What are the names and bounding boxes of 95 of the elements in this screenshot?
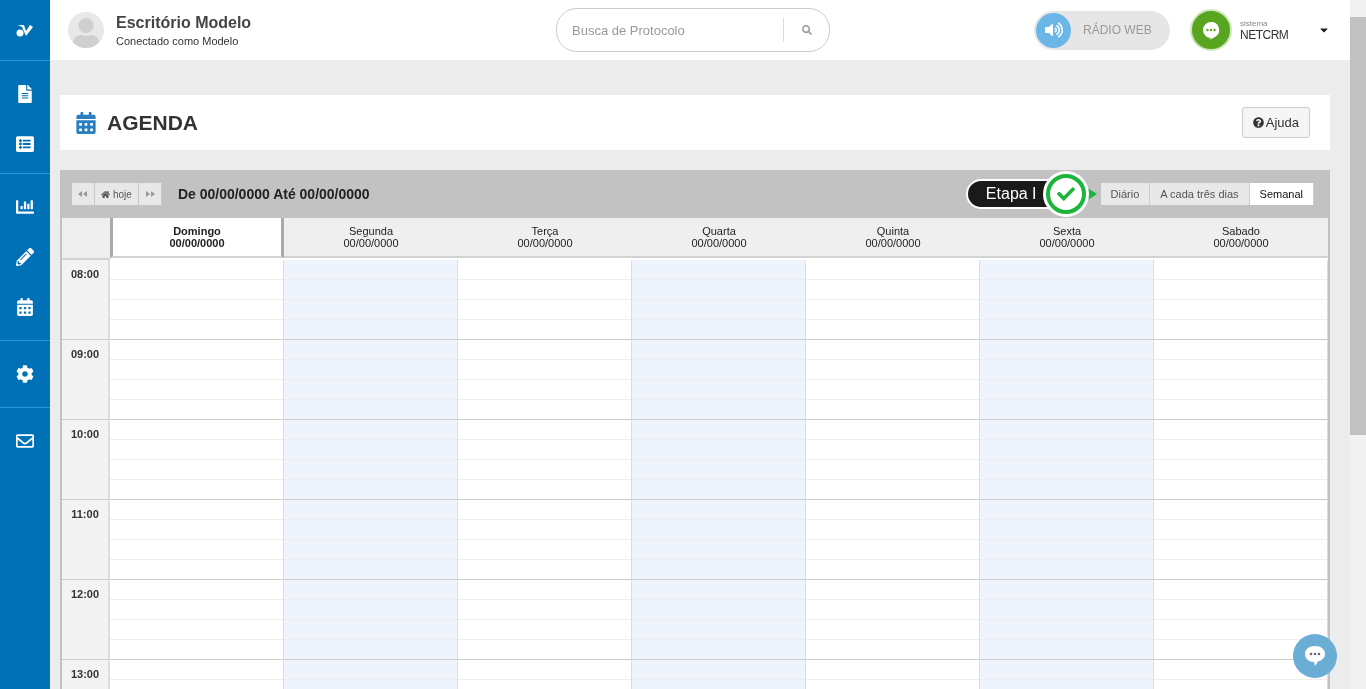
double-right-icon: [144, 191, 155, 197]
connected-as: Conectado como Modelo: [116, 34, 240, 47]
next-button[interactable]: [138, 183, 162, 205]
day-date: 00/00/0000: [343, 237, 399, 249]
day-header[interactable]: Domingo 00/00/0000: [110, 218, 284, 258]
day-date: 00/00/0000: [865, 237, 921, 249]
search-box[interactable]: Busca de Protocolo: [556, 8, 830, 52]
speech-bubble-icon: [1303, 645, 1327, 667]
search-field[interactable]: Busca de Protocolo: [557, 22, 783, 38]
time-slot[interactable]: [1154, 340, 1328, 420]
day-header[interactable]: Segunda 00/00/0000: [284, 218, 458, 258]
day-header[interactable]: Quarta 00/00/0000: [632, 218, 806, 258]
day-header[interactable]: Quinta 00/00/0000: [806, 218, 980, 258]
day-header[interactable]: Sexta 00/00/0000: [980, 218, 1154, 258]
hour-label: 11:00: [71, 508, 99, 522]
time-slot[interactable]: [284, 260, 458, 340]
office-name: Escritório Modelo: [116, 13, 253, 32]
time-slot[interactable]: [980, 500, 1154, 580]
day-name: Segunda: [348, 225, 393, 237]
document-icon[interactable]: [16, 85, 34, 103]
time-slot[interactable]: [980, 260, 1154, 340]
day-name: Quinta: [876, 225, 910, 237]
time-slot[interactable]: [632, 580, 806, 660]
time-slot[interactable]: [110, 340, 284, 420]
avatar-icon: [68, 12, 104, 48]
day-date: 00/00/0000: [1039, 237, 1095, 249]
previous-button[interactable]: [72, 183, 95, 205]
time-slot[interactable]: [632, 500, 806, 580]
time-slot[interactable]: [458, 260, 632, 340]
speech-bubble-icon: [1190, 9, 1232, 51]
hour-label: 13:00: [70, 668, 100, 682]
pencil-icon[interactable]: [16, 248, 34, 266]
time-slot[interactable]: [980, 420, 1154, 500]
time-slot[interactable]: [632, 340, 806, 420]
time-slot[interactable]: [110, 500, 284, 580]
day-name: Quarta: [702, 225, 736, 237]
view-tab[interactable]: Diário: [1100, 183, 1151, 205]
view-tab[interactable]: A cada três dias: [1150, 183, 1250, 205]
hour-label: 09:00: [70, 348, 100, 362]
calendar-icon[interactable]: [16, 298, 34, 316]
today-button[interactable]: hoje: [95, 183, 139, 205]
mail-icon[interactable]: [16, 432, 34, 450]
time-slot[interactable]: [1154, 580, 1328, 660]
brand-label: sistema: [1240, 18, 1269, 28]
time-slot[interactable]: [458, 340, 632, 420]
time-slot[interactable]: [806, 420, 980, 500]
time-slot[interactable]: [284, 580, 458, 660]
time-slot[interactable]: [806, 260, 980, 340]
time-slot[interactable]: [110, 580, 284, 660]
brand-name: NETCRM: [1240, 27, 1290, 42]
date-range: De 00/00/0000 Até 00/00/0000: [177, 186, 370, 202]
help-button[interactable]: Ajuda: [1241, 107, 1310, 138]
time-slot[interactable]: [110, 260, 284, 340]
hour-label: 12:00: [70, 588, 100, 602]
list-icon[interactable]: [16, 135, 34, 153]
day-date: 00/00/0000: [1213, 237, 1269, 249]
time-slot[interactable]: [1154, 260, 1328, 340]
double-left-icon: [78, 191, 88, 197]
time-slot[interactable]: [806, 500, 980, 580]
time-slot[interactable]: [110, 420, 284, 500]
time-slot[interactable]: [284, 420, 458, 500]
time-slot[interactable]: [458, 420, 632, 500]
time-slot[interactable]: [632, 420, 806, 500]
day-date: 00/00/0000: [517, 237, 573, 249]
day-header[interactable]: Sabado 00/00/0000: [1154, 218, 1328, 258]
day-header[interactable]: Terça 00/00/0000: [458, 218, 632, 258]
bar-chart-icon[interactable]: [16, 198, 34, 216]
calendar-icon: [75, 111, 97, 134]
time-slot[interactable]: [284, 500, 458, 580]
time-slot[interactable]: [980, 340, 1154, 420]
day-name: Sexta: [1052, 225, 1082, 237]
hour-label: 08:00: [70, 268, 100, 282]
time-slot[interactable]: [806, 340, 980, 420]
home-icon: [101, 189, 110, 199]
day-name: Terça: [531, 225, 559, 237]
day-name: Sabado: [1222, 225, 1260, 237]
time-slot[interactable]: [284, 340, 458, 420]
speaker-icon: [1036, 12, 1071, 48]
hour-label: 10:00: [70, 428, 100, 442]
day-date: 00/00/0000: [169, 237, 225, 249]
settings-icon[interactable]: [16, 365, 34, 383]
time-slot[interactable]: [632, 260, 806, 340]
view-tab[interactable]: Semanal: [1249, 183, 1314, 205]
day-date: 00/00/0000: [691, 237, 747, 249]
day-name: Domingo: [173, 225, 221, 237]
question-icon: [1252, 117, 1264, 128]
logo-icon: [16, 23, 34, 37]
time-slot[interactable]: [1154, 420, 1328, 500]
time-slot[interactable]: [458, 580, 632, 660]
time-slot[interactable]: [806, 580, 980, 660]
time-slot[interactable]: [1154, 500, 1328, 580]
time-slot[interactable]: [458, 500, 632, 580]
scrollbar[interactable]: [1350, 0, 1366, 689]
time-slot[interactable]: [980, 580, 1154, 660]
page-title: AGENDA: [107, 110, 198, 135]
